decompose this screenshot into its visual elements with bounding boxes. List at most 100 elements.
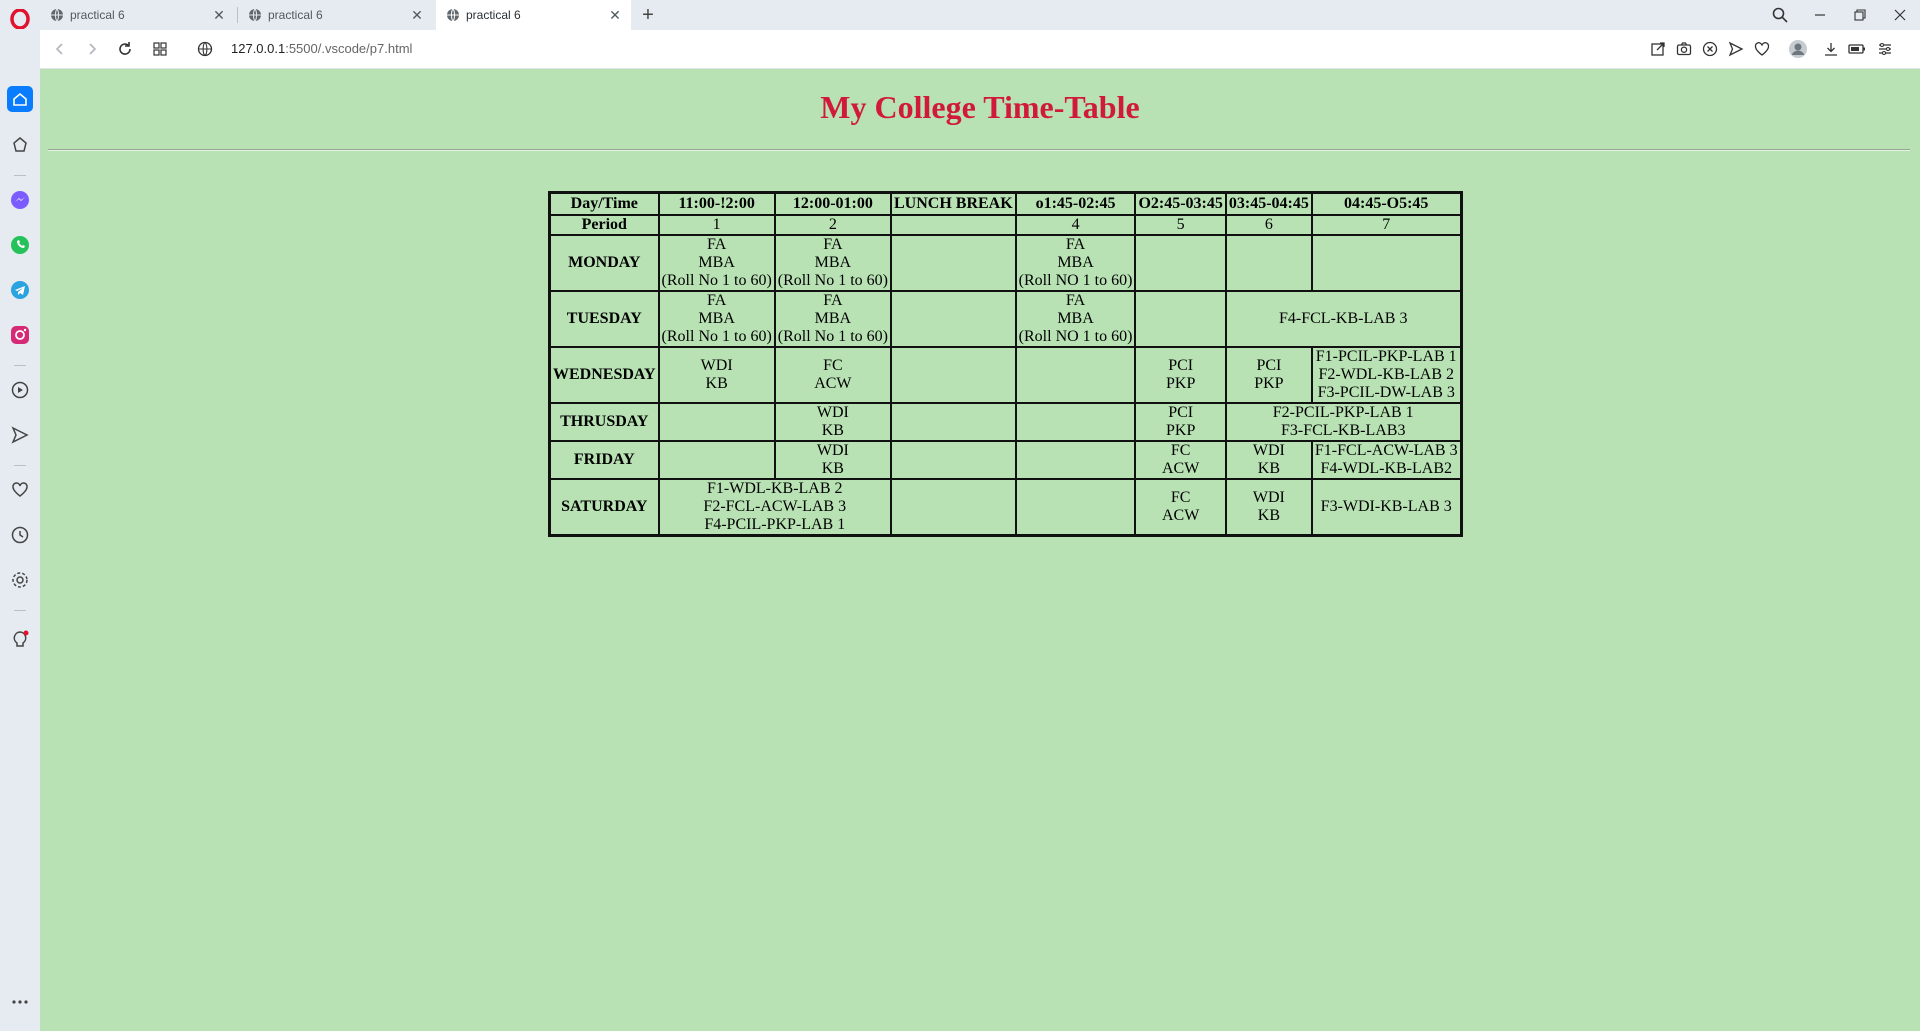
lab-session: F2-PCIL-PKP-LAB 1: [1272, 404, 1414, 421]
telegram-icon[interactable]: [8, 278, 32, 302]
header-day-time: Day/Time: [550, 193, 659, 215]
empty-cell: [658, 441, 775, 479]
subject: WDI: [816, 404, 849, 421]
header-slot-2: 12:00-01:00: [774, 193, 891, 215]
tab-1[interactable]: practical 6 ✕: [40, 0, 235, 30]
url-field[interactable]: 127.0.0.1:5500/.vscode/p7.html: [231, 40, 412, 58]
globe-icon: [447, 8, 459, 22]
forward-icon[interactable]: [82, 39, 102, 59]
teacher: KB: [821, 422, 844, 439]
empty-cell: [1015, 347, 1136, 403]
horizontal-rule: [48, 149, 1910, 151]
minimize-icon[interactable]: [1808, 3, 1832, 27]
history-icon[interactable]: [8, 523, 32, 547]
subject: PCI: [1168, 357, 1194, 374]
roll-range: (Roll No 1 to 60): [777, 272, 888, 289]
tab-grid-icon[interactable]: [150, 39, 170, 59]
close-icon[interactable]: ✕: [409, 7, 425, 23]
camera-icon[interactable]: [1674, 39, 1694, 59]
adblock-icon[interactable]: [1700, 39, 1720, 59]
period-7: 7: [1311, 215, 1461, 235]
roll-range: (Roll NO 1 to 60): [1018, 272, 1133, 289]
lab-session: F3-FCL-KB-LAB3: [1281, 422, 1406, 439]
share-icon[interactable]: [1648, 39, 1668, 59]
reload-icon[interactable]: [115, 39, 135, 59]
subject: FC: [1170, 489, 1191, 506]
table-row-thursday: THRUSDAY WDI KB PCI PKP F2-PCIL-PKP-LAB …: [550, 403, 1461, 441]
empty-cell: [1135, 291, 1226, 347]
whatsapp-icon[interactable]: [8, 233, 32, 257]
easy-setup-icon[interactable]: [1875, 39, 1895, 59]
header-slot-7: 04:45-O5:45: [1311, 193, 1461, 215]
lightbulb-icon[interactable]: [8, 628, 32, 652]
send-page-icon[interactable]: [1726, 39, 1746, 59]
sidebar-divider: [14, 175, 26, 176]
restore-icon[interactable]: [1848, 3, 1872, 27]
home-icon[interactable]: [7, 86, 33, 112]
speed-dial-icon[interactable]: [8, 133, 32, 157]
close-window-icon[interactable]: [1888, 3, 1912, 27]
new-tab-button[interactable]: +: [638, 4, 658, 26]
player-icon[interactable]: [8, 378, 32, 402]
teacher: KB: [821, 460, 844, 477]
table-row-monday: MONDAY FA MBA (Roll No 1 to 60) FA MBA (…: [550, 235, 1461, 291]
lab-session: F1-WDL-KB-LAB 2: [706, 480, 843, 497]
subject: FA: [823, 236, 843, 253]
site-info-icon[interactable]: [195, 39, 215, 59]
lab-cell: F1-FCL-ACW-LAB 3 F4-WDL-KB-LAB2: [1311, 441, 1461, 479]
subject: PCI: [1168, 404, 1194, 421]
subject: PCI: [1256, 357, 1282, 374]
profile-avatar-icon[interactable]: [1788, 39, 1808, 59]
download-icon[interactable]: [1821, 39, 1841, 59]
subject: FA: [1065, 236, 1086, 253]
header-slot-1: 11:00-!2:00: [658, 193, 775, 215]
group: MBA: [814, 310, 852, 327]
tab-2[interactable]: practical 6 ✕: [238, 0, 433, 30]
back-icon[interactable]: [50, 39, 70, 59]
messenger-icon[interactable]: [8, 188, 32, 212]
address-toolbar: 127.0.0.1:5500/.vscode/p7.html: [40, 30, 1920, 69]
page-content: My College Time-Table Day/Time 11:00-!2:…: [40, 69, 1920, 1031]
empty-cell: [1311, 235, 1461, 291]
bookmark-heart-icon[interactable]: [1752, 39, 1772, 59]
lab-cell: F4-FCL-KB-LAB 3: [1225, 291, 1461, 347]
lab-session: F3-WDI-KB-LAB 3: [1320, 498, 1452, 515]
class-cell: PCI PKP: [1135, 347, 1226, 403]
teacher: ACW: [1162, 507, 1200, 524]
teacher: KB: [1257, 507, 1280, 524]
page-title: My College Time-Table: [820, 89, 1140, 125]
roll-range: (Roll No 1 to 60): [777, 328, 888, 345]
gear-icon[interactable]: [8, 568, 32, 592]
class-cell: FA MBA (Roll No 1 to 60): [658, 235, 775, 291]
empty-cell: [1015, 441, 1136, 479]
tab-3-active[interactable]: practical 6 ✕: [436, 0, 631, 30]
globe-icon: [249, 8, 261, 22]
search-tabs-icon[interactable]: [1768, 3, 1792, 27]
lab-session: F2-WDL-KB-LAB 2: [1318, 366, 1454, 383]
lab-session: F1-FCL-ACW-LAB 3: [1314, 442, 1458, 459]
group: MBA: [698, 254, 735, 271]
instagram-icon[interactable]: [8, 323, 32, 347]
teacher: PKP: [1165, 422, 1196, 439]
class-cell: FC ACW: [1135, 479, 1226, 535]
close-icon[interactable]: ✕: [211, 7, 227, 23]
empty-cell: [658, 403, 775, 441]
class-cell: WDI KB: [774, 403, 891, 441]
class-cell: PCI PKP: [1225, 347, 1312, 403]
period-row: Period 1 2 4 5 6 7: [550, 215, 1461, 235]
class-cell: PCI PKP: [1135, 403, 1226, 441]
subject: WDI: [700, 357, 733, 374]
lab-session: F4-PCIL-PKP-LAB 1: [704, 516, 846, 533]
group: MBA: [814, 254, 852, 271]
heart-icon[interactable]: [8, 478, 32, 502]
timetable: Day/Time 11:00-!2:00 12:00-01:00 LUNCH B…: [548, 191, 1463, 537]
header-slot-4: o1:45-02:45: [1015, 193, 1136, 215]
empty-cell: [890, 479, 1016, 535]
lab-session: F3-PCIL-DW-LAB 3: [1317, 384, 1455, 401]
close-icon[interactable]: ✕: [607, 7, 623, 23]
day-label: THRUSDAY: [550, 403, 659, 441]
class-cell: FA MBA (Roll NO 1 to 60): [1015, 291, 1136, 347]
send-icon[interactable]: [8, 423, 32, 447]
battery-saver-icon[interactable]: [1847, 39, 1867, 59]
more-icon[interactable]: [8, 990, 32, 1014]
